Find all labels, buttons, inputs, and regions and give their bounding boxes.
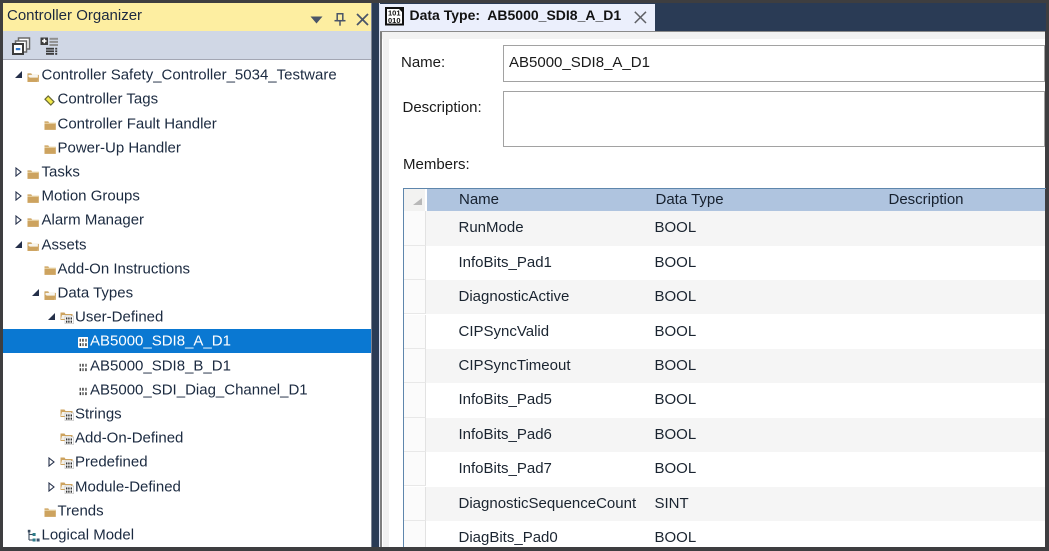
- svg-text:010: 010: [388, 16, 401, 25]
